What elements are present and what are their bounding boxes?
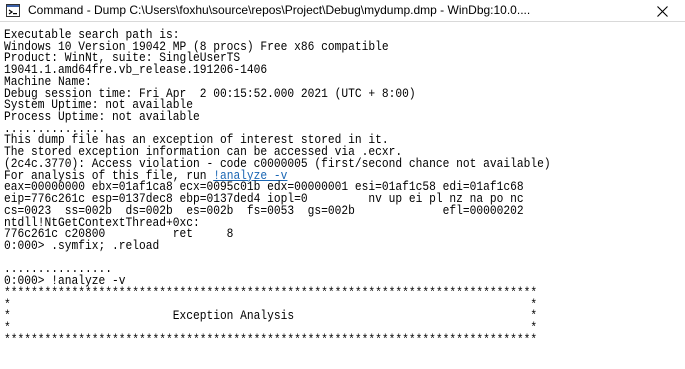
title-bar[interactable]: Command - Dump C:\Users\foxhu\source\rep… — [0, 0, 685, 22]
close-button[interactable] — [639, 0, 685, 22]
banner-line: ****************************************… — [4, 331, 538, 347]
windbg-window: Command - Dump C:\Users\foxhu\source\rep… — [0, 0, 685, 369]
window-title: Command - Dump C:\Users\foxhu\source\rep… — [28, 3, 531, 17]
command-output[interactable]: Executable search path is: Windows 10 Ve… — [0, 22, 685, 369]
windbg-app-icon — [6, 4, 20, 17]
close-icon — [656, 5, 668, 17]
output-line: 19041.1.amd64fre.vb_release.191206-1406 — [4, 62, 268, 78]
command-line: 0:000> .symfix; .reload — [4, 237, 160, 253]
